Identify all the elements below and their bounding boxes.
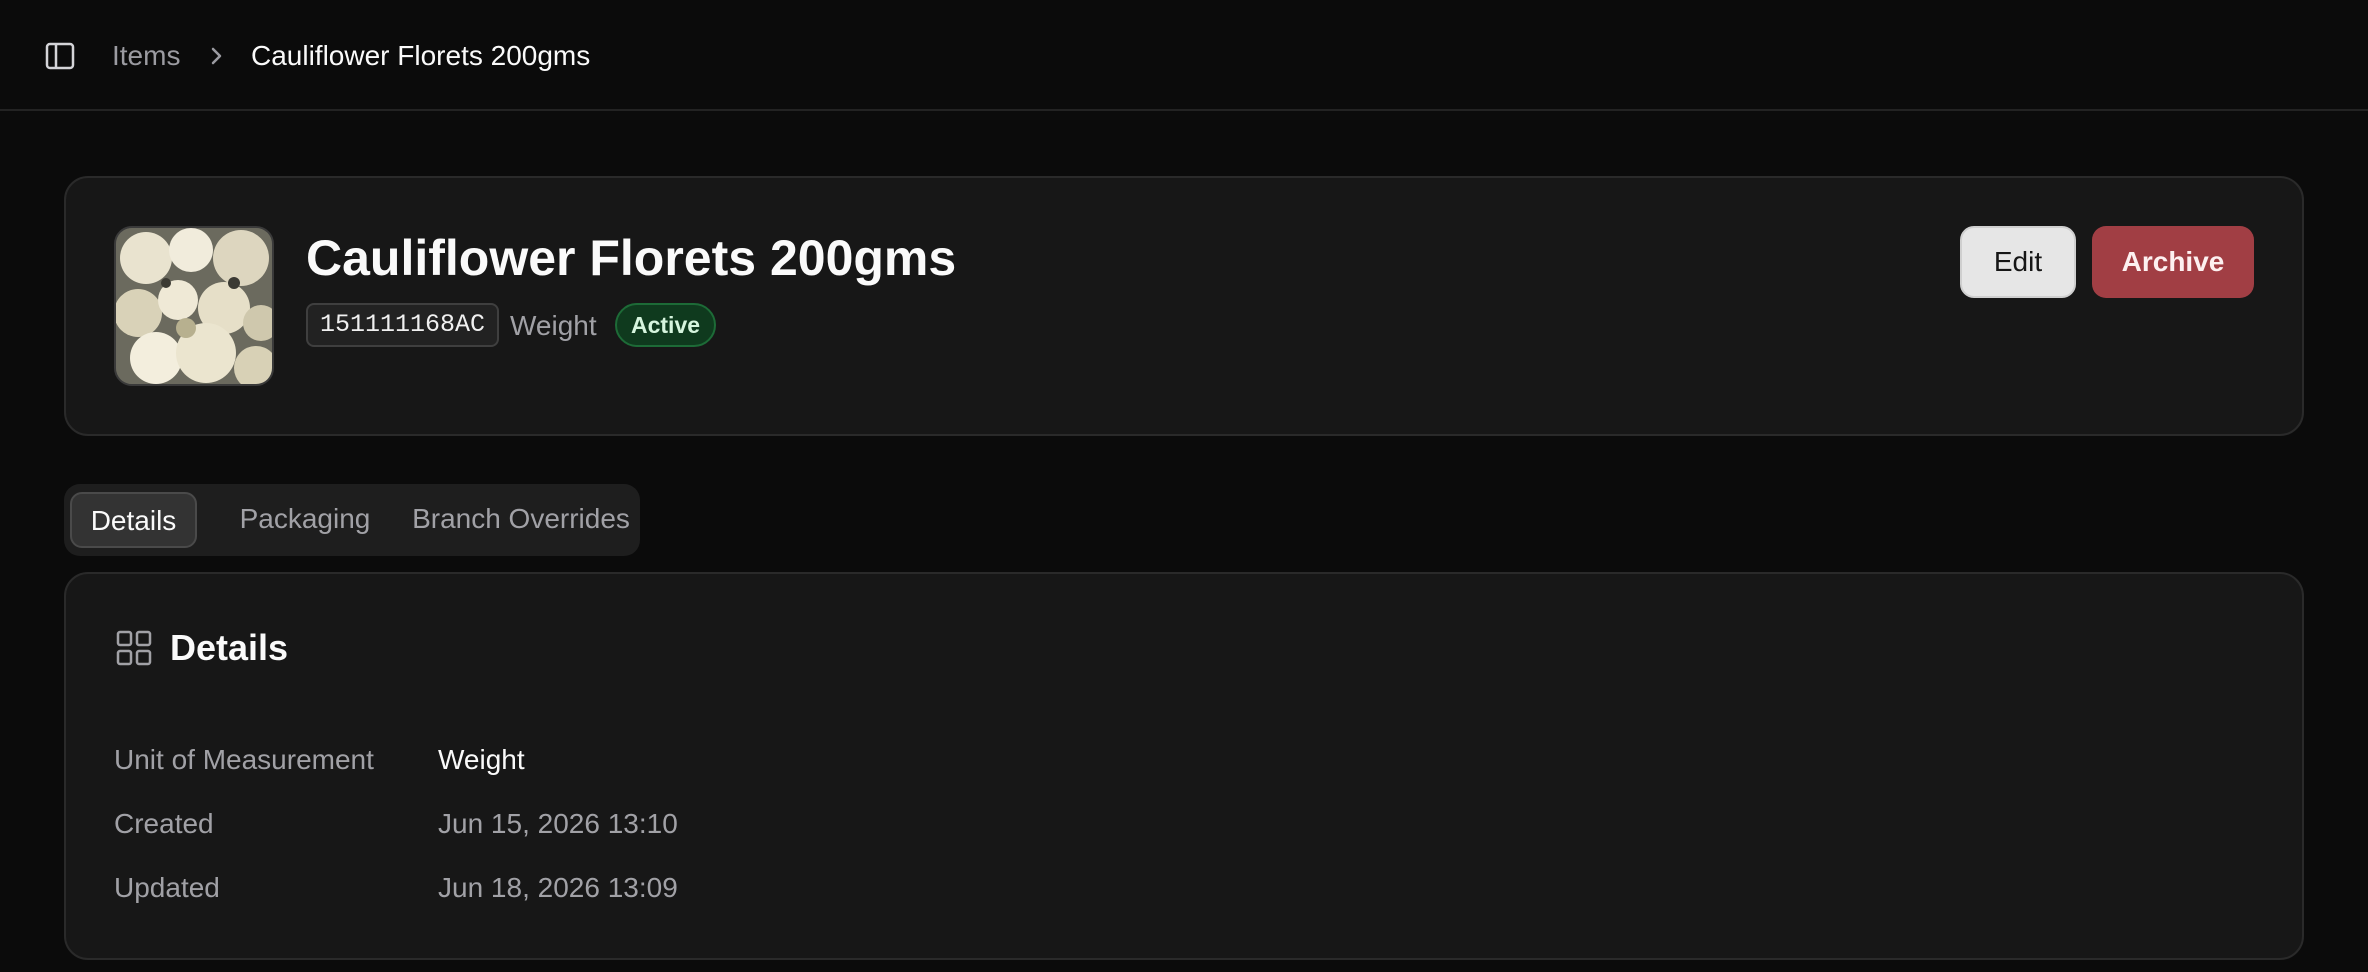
sku-badge: 151111168AC: [306, 303, 500, 347]
chevron-right-icon: [207, 43, 227, 69]
updated-row-value: Jun 18, 2026 13:09: [438, 872, 678, 903]
details-card: Details Unit of Measurement Weight Creat…: [64, 572, 2304, 960]
breadcrumb-current: Cauliflower Florets 200gms: [251, 40, 591, 71]
uom-label: Weight: [510, 310, 597, 341]
uom-row-value: Weight: [438, 744, 525, 775]
updated-row-label: Updated: [114, 872, 220, 903]
grid-icon: [116, 630, 152, 666]
tab-bar: Details Packaging Branch Overrides: [64, 484, 640, 556]
breadcrumb-items-link[interactable]: Items: [112, 38, 180, 74]
uom-row-label: Unit of Measurement: [114, 744, 374, 775]
status-badge: Active: [615, 303, 717, 347]
item-header-card: Cauliflower Florets 200gms 151111168AC W…: [64, 176, 2304, 436]
item-title: Cauliflower Florets 200gms: [306, 230, 957, 286]
tab-details[interactable]: Details: [70, 492, 197, 548]
tab-branch-overrides[interactable]: Branch Overrides: [408, 492, 634, 548]
edit-button[interactable]: Edit: [1960, 226, 2076, 298]
sidebar-toggle-icon[interactable]: [44, 41, 76, 71]
top-bar: Items Cauliflower Florets 200gms: [0, 0, 2368, 111]
created-row-value: Jun 15, 2026 13:10: [438, 808, 678, 839]
item-thumbnail: [114, 226, 274, 386]
tab-packaging[interactable]: Packaging: [210, 492, 400, 548]
details-heading: Details: [170, 627, 289, 668]
created-row-label: Created: [114, 808, 214, 839]
archive-button[interactable]: Archive: [2092, 226, 2254, 298]
